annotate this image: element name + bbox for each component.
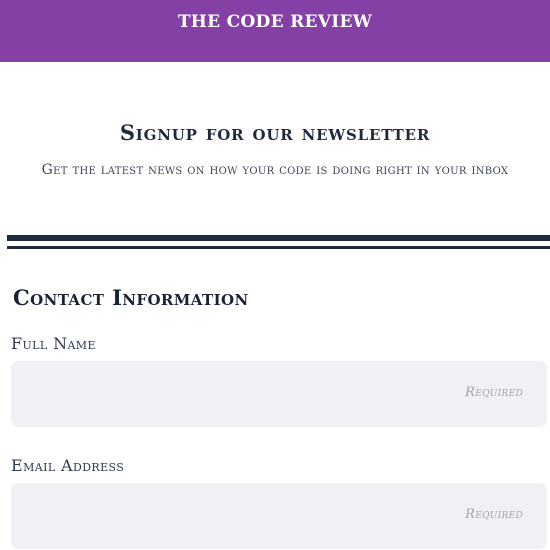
email-address-label: Email Address [11, 456, 125, 475]
section-divider-thick [7, 235, 550, 241]
full-name-required-hint: Required [465, 385, 523, 400]
contact-section-title: Contact Information [13, 285, 249, 310]
site-header: THE CODE REVIEW [0, 0, 550, 62]
full-name-label: Full Name [11, 334, 96, 353]
email-address-required-hint: Required [465, 507, 523, 522]
section-divider-thin [7, 246, 550, 249]
newsletter-subheading: Get the latest news on how your code is … [41, 162, 509, 178]
newsletter-heading: Signup for our newsletter [119, 120, 431, 145]
site-title[interactable]: THE CODE REVIEW [178, 12, 372, 32]
